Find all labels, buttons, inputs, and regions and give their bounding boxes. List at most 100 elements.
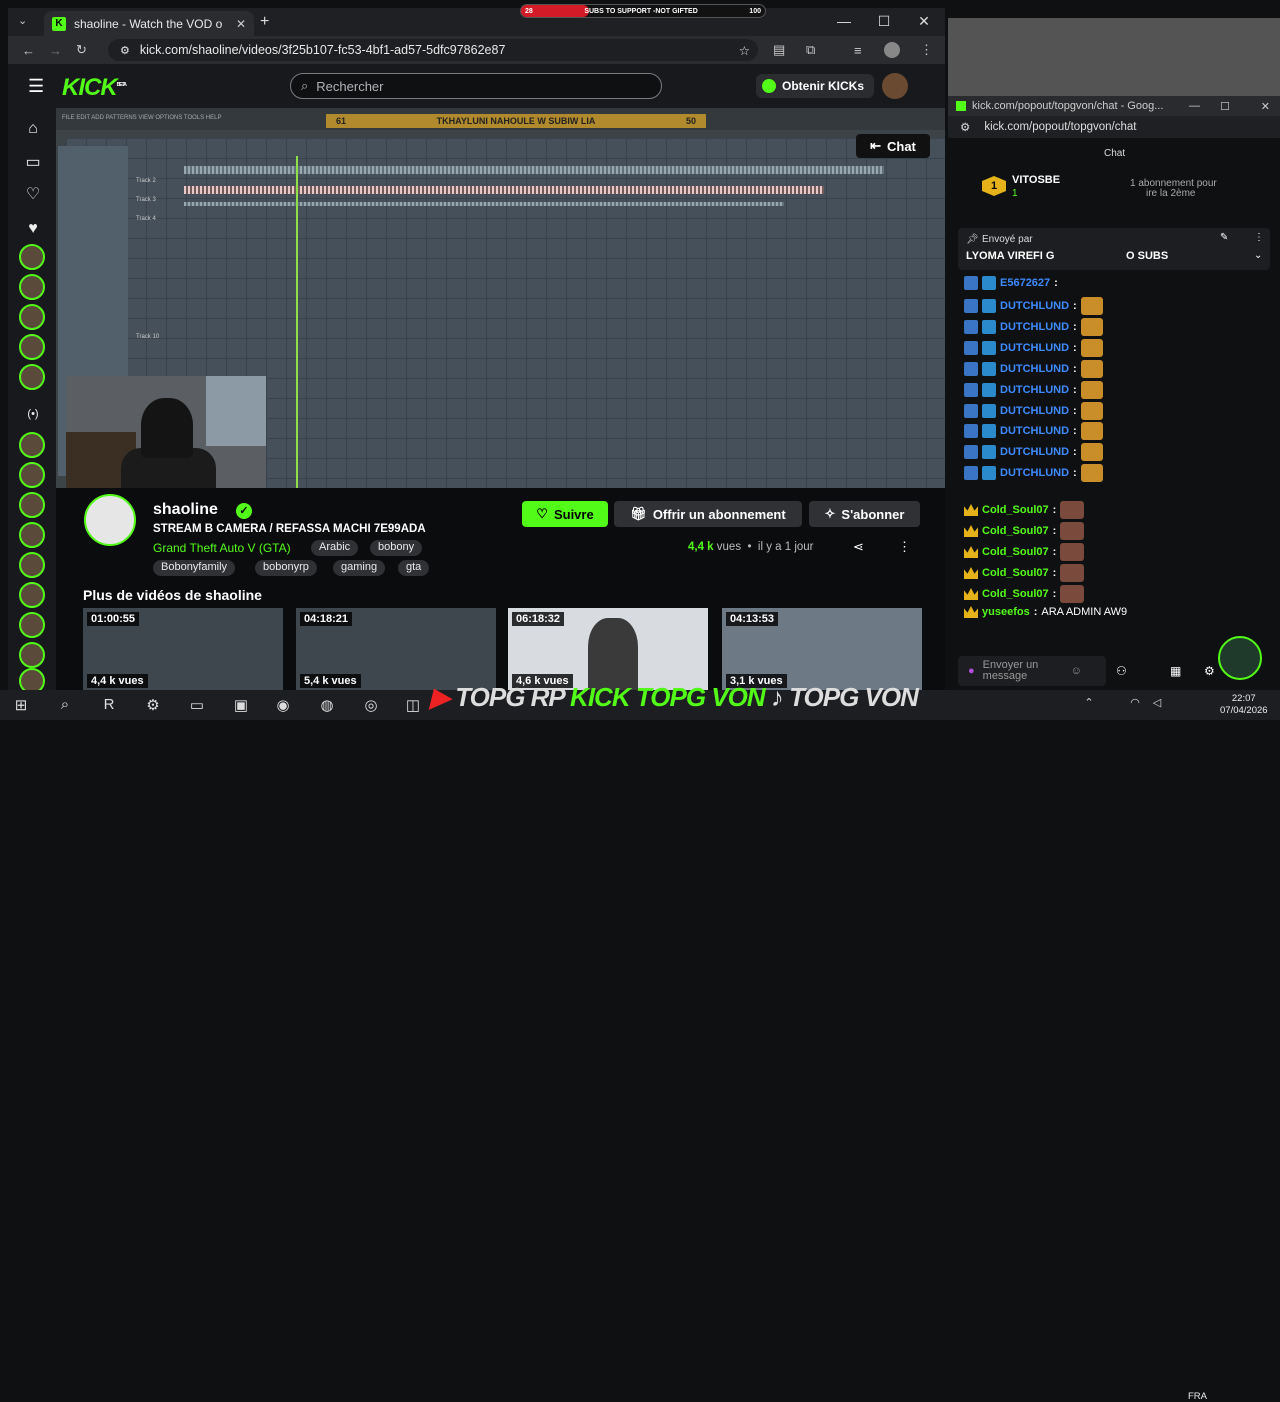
chat-username[interactable]: DUTCHLUND — [1000, 342, 1069, 354]
chat-settings-icon[interactable]: ⚙ — [1204, 664, 1215, 678]
maximize-icon[interactable]: ☐ — [874, 13, 894, 30]
tag-pill[interactable]: bobony — [370, 540, 423, 556]
bookmark-star-icon[interactable]: ☆ — [739, 43, 750, 58]
recommended-channel-avatar[interactable] — [19, 642, 45, 668]
home-icon[interactable]: ⌂ — [22, 120, 44, 142]
wifi-icon[interactable]: ◠ — [1126, 696, 1144, 714]
volume-icon[interactable]: ◁ — [1148, 696, 1166, 714]
recommended-channel-avatar[interactable] — [19, 668, 45, 690]
windows-start-icon[interactable]: ⊞ — [12, 696, 30, 714]
taskbar-app-icon[interactable]: ⚙ — [144, 696, 162, 714]
chat-username[interactable]: DUTCHLUND — [1000, 425, 1069, 437]
chat-message-input[interactable]: ● Envoyer un message ☺ — [958, 656, 1106, 686]
chat-username[interactable]: Cold_Soul07 — [982, 567, 1049, 579]
browse-icon[interactable]: ▭ — [22, 152, 44, 174]
search-input[interactable]: ⌕ Rechercher — [290, 73, 662, 99]
chat-username[interactable]: yuseefos — [982, 606, 1030, 618]
gift-sub-button[interactable]: 🎁︎ Offrir un abonnement — [614, 501, 802, 527]
reader-icon[interactable]: ▤ — [773, 42, 785, 58]
taskbar-search-icon[interactable]: ⌕ — [56, 696, 74, 714]
tray-icon[interactable]: ⌃ — [1080, 696, 1098, 714]
followed-channel-avatar[interactable] — [19, 334, 45, 360]
expand-pinned-icon[interactable]: ⌄ — [1254, 250, 1262, 261]
chat-username[interactable]: Cold_Soul07 — [982, 546, 1049, 558]
following-icon[interactable]: ♡ — [22, 184, 44, 206]
chat-username[interactable]: DUTCHLUND — [1000, 446, 1069, 458]
channel-name[interactable]: shaoline — [153, 501, 218, 519]
tag-pill[interactable]: gta — [398, 560, 430, 576]
recommended-channel-avatar[interactable] — [19, 462, 45, 488]
pinned-more-icon[interactable]: ⋮ — [1254, 232, 1264, 243]
site-info-icon[interactable]: ⚙ — [120, 44, 130, 57]
followed-channel-avatar[interactable] — [19, 364, 45, 390]
unpin-icon[interactable]: ✎ — [1220, 232, 1228, 243]
taskbar-app-icon[interactable]: ▣ — [232, 696, 250, 714]
chat-close-icon[interactable]: ✕ — [1261, 100, 1270, 113]
pinned-message[interactable]: 📌︎ Envoyé par LYOMA VIREFI G O SUBS ✎ ⋮ … — [958, 228, 1270, 270]
channel-avatar[interactable] — [84, 494, 136, 546]
language-indicator[interactable]: FRA — [1188, 1391, 1207, 1402]
spotify-icon[interactable]: ◎ — [362, 696, 380, 714]
favorites-icon[interactable]: ♥ — [22, 220, 44, 242]
tag-pill[interactable]: Bobonyfamily — [153, 560, 236, 576]
followed-channel-avatar[interactable] — [19, 274, 45, 300]
new-tab-icon[interactable]: + — [260, 13, 269, 31]
followed-channel-avatar[interactable] — [19, 304, 45, 330]
chat-minimize-icon[interactable]: — — [1189, 100, 1200, 112]
recommended-channel-avatar[interactable] — [19, 522, 45, 548]
chat-username[interactable]: DUTCHLUND — [1000, 467, 1069, 479]
chat-username[interactable]: Cold_Soul07 — [982, 588, 1049, 600]
reload-icon[interactable]: ↻ — [76, 42, 87, 58]
follow-button[interactable]: ♡ Suivre — [522, 501, 608, 527]
browser-tab[interactable]: K shaoline - Watch the VOD o ✕ — [44, 11, 254, 36]
chat-username[interactable]: DUTCHLUND — [1000, 363, 1069, 375]
discord-icon[interactable]: ◉ — [274, 696, 292, 714]
recommended-channel-avatar[interactable] — [19, 492, 45, 518]
get-kicks-button[interactable]: Obtenir KICKs — [756, 74, 874, 98]
browser-menu-icon[interactable]: ⋮ — [920, 42, 933, 58]
chat-username[interactable]: Cold_Soul07 — [982, 525, 1049, 537]
hamburger-menu-icon[interactable]: ☰ — [28, 76, 44, 97]
taskbar-app-icon[interactable]: ◫ — [404, 696, 422, 714]
chat-toggle-button[interactable]: ⇤ Chat — [856, 134, 930, 158]
system-clock[interactable]: 22:07 07/04/2026 — [1220, 693, 1268, 717]
tag-pill[interactable]: Arabic — [311, 540, 359, 556]
chat-username[interactable]: DUTCHLUND — [1000, 405, 1069, 417]
chat-username[interactable]: DUTCHLUND — [1000, 321, 1069, 333]
chat-store-icon[interactable]: ▦ — [1170, 664, 1181, 678]
media-icon[interactable]: ≡ — [854, 43, 862, 58]
chat-users-icon[interactable]: ⚇ — [1116, 664, 1127, 678]
extensions-icon[interactable]: ⧉ — [806, 42, 815, 58]
top-gifter-name[interactable]: VITOSBE — [1012, 174, 1060, 186]
share-icon[interactable]: ⋖ — [853, 539, 864, 555]
profile-avatar[interactable] — [884, 42, 900, 58]
close-window-icon[interactable]: ✕ — [914, 13, 934, 30]
kick-logo[interactable]: KICKBETA — [62, 74, 127, 102]
minimize-icon[interactable]: — — [834, 13, 854, 29]
followed-channel-avatar[interactable] — [19, 244, 45, 270]
subscribe-button[interactable]: ✧ S'abonner — [809, 501, 920, 527]
close-tab-icon[interactable]: ✕ — [236, 17, 246, 31]
chat-username[interactable]: Cold_Soul07 — [982, 504, 1049, 516]
chat-username[interactable]: E5672627 — [1000, 277, 1050, 289]
forward-icon[interactable]: → — [49, 43, 62, 58]
tag-pill[interactable]: gaming — [333, 560, 386, 576]
taskbar-app-icon[interactable]: R — [100, 696, 118, 714]
url-field[interactable]: ⚙ kick.com/shaoline/videos/3f25b107-fc53… — [108, 39, 758, 61]
recommended-channel-avatar[interactable] — [19, 582, 45, 608]
user-avatar[interactable] — [882, 73, 908, 99]
chat-username[interactable]: DUTCHLUND — [1000, 384, 1069, 396]
site-info-icon[interactable]: ⚙ — [960, 120, 970, 134]
tab-list-icon[interactable]: ⌄ — [18, 14, 27, 27]
video-thumbnail[interactable]: 06:18:32 4,6 k vues — [508, 608, 708, 690]
steam-icon[interactable]: ◍ — [318, 696, 336, 714]
more-options-icon[interactable]: ⋮ — [898, 539, 911, 555]
tag-pill[interactable]: bobonyrp — [255, 560, 317, 576]
file-explorer-icon[interactable]: ▭ — [188, 696, 206, 714]
video-thumbnail[interactable]: 04:13:53 3,1 k vues — [722, 608, 922, 690]
back-icon[interactable]: ← — [22, 43, 35, 58]
recommended-channel-avatar[interactable] — [19, 432, 45, 458]
recommended-channel-avatar[interactable] — [19, 552, 45, 578]
recommended-channel-avatar[interactable] — [19, 612, 45, 638]
video-thumbnail[interactable]: 01:00:55 4,4 k vues — [83, 608, 283, 690]
